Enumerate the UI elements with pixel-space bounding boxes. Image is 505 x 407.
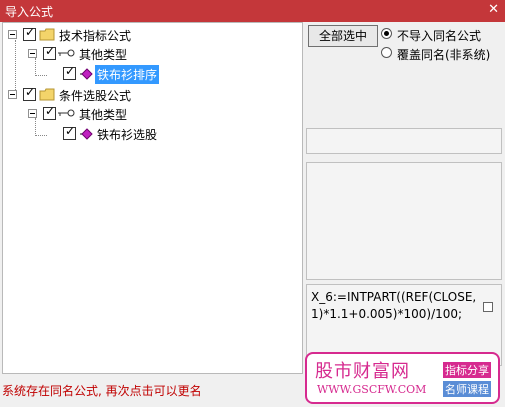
- group-checkbox[interactable]: [23, 25, 36, 41]
- collapse-icon[interactable]: [8, 30, 17, 39]
- title-bar: 导入公式 ✕: [0, 0, 505, 22]
- group-checkbox[interactable]: [23, 85, 36, 101]
- description-box: [306, 162, 502, 280]
- key-icon: [58, 49, 75, 57]
- window-title: 导入公式: [5, 5, 54, 19]
- watermark-title: 股市财富网: [315, 361, 410, 382]
- tree-node-label-selected: 铁布衫排序: [95, 65, 160, 84]
- formula-tree[interactable]: 技术指标公式 其他类型 铁布衫排序 条件选股公式: [2, 22, 303, 374]
- formula-checkbox[interactable]: [63, 64, 76, 80]
- folder-icon: [39, 88, 55, 101]
- watermark-tag: 指标分享: [443, 362, 491, 378]
- tree-node-formula[interactable]: 铁布衫选股: [3, 124, 203, 143]
- tree-node-formula[interactable]: 铁布衫排序: [3, 64, 203, 84]
- tree-node-group[interactable]: 技术指标公式: [3, 25, 203, 44]
- radio-button[interactable]: [381, 47, 392, 58]
- radio-label: 不导入同名公式: [397, 29, 482, 43]
- formula-preview-checkbox[interactable]: [483, 302, 493, 312]
- tree-node-label: 其他类型: [79, 48, 128, 62]
- collapse-icon[interactable]: [28, 49, 37, 58]
- formula-checkbox[interactable]: [63, 124, 76, 140]
- collapse-icon[interactable]: [8, 90, 17, 99]
- formula-text: X_6:=INTPART((REF(CLOSE,1)*1.1+0.005)*10…: [311, 290, 477, 321]
- formula-gem-icon: [80, 68, 93, 80]
- tree-node-label: 其他类型: [79, 108, 128, 122]
- select-all-button[interactable]: 全部选中: [308, 25, 378, 47]
- status-message: 系统存在同名公式, 再次点击可以更名: [2, 384, 202, 398]
- site-watermark: 股市财富网 WWW.GSCFW.COM 指标分享 名师课程: [305, 352, 500, 404]
- tree-node-group[interactable]: 条件选股公式: [3, 85, 203, 104]
- radio-button-checked[interactable]: [381, 28, 392, 39]
- tree-node-label: 条件选股公式: [59, 89, 132, 103]
- collapse-icon[interactable]: [28, 109, 37, 118]
- key-icon: [58, 109, 75, 117]
- formula-gem-icon: [80, 128, 93, 140]
- info-field: [306, 128, 502, 154]
- folder-icon: [39, 28, 55, 41]
- type-checkbox[interactable]: [43, 104, 56, 120]
- radio-label: 覆盖同名(非系统): [397, 48, 491, 62]
- close-icon[interactable]: ✕: [488, 2, 499, 17]
- options-panel: 全部选中 不导入同名公式 覆盖同名(非系统) X_6:=INTPART((REF…: [305, 22, 505, 374]
- type-checkbox[interactable]: [43, 44, 56, 60]
- watermark-tag: 名师课程: [443, 381, 491, 397]
- tree-node-type[interactable]: 其他类型: [3, 44, 203, 63]
- tree-node-type[interactable]: 其他类型: [3, 104, 203, 123]
- watermark-url: WWW.GSCFW.COM: [317, 383, 427, 396]
- tree-node-label: 技术指标公式: [59, 29, 132, 43]
- tree-node-label: 铁布衫选股: [97, 128, 158, 142]
